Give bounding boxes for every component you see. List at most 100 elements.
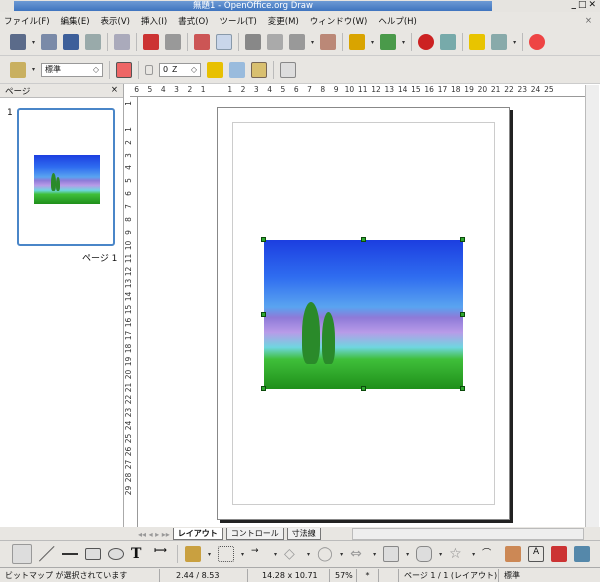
print-icon[interactable] <box>165 34 182 50</box>
3d-objects-icon[interactable] <box>574 546 591 562</box>
ruler-tick-label: 6 <box>293 85 299 94</box>
ruler-tick-label: 1 <box>227 85 233 94</box>
line-color-icon[interactable] <box>207 61 224 78</box>
stars-icon[interactable]: ☆ <box>449 546 465 562</box>
lines-arrows-icon[interactable]: → <box>251 546 267 562</box>
horizontal-ruler[interactable]: 6 5 4 3 2 1 1 2 3 4 5 6 7 8 9 10 11 12 13 14 15 16 17 18 19 20 21 2… <box>130 85 585 97</box>
select-icon[interactable] <box>12 544 32 564</box>
flowchart-icon[interactable] <box>383 546 400 562</box>
style-select[interactable]: 標準 <box>41 62 104 77</box>
status-size: 14.28 x 10.71 <box>248 568 330 582</box>
close-document-button[interactable]: × <box>585 16 592 26</box>
callouts-icon[interactable] <box>416 546 433 562</box>
symbol-shapes-icon[interactable]: ◯ <box>317 546 333 562</box>
export-pdf-icon[interactable] <box>143 34 160 50</box>
curve-icon[interactable] <box>185 546 201 562</box>
status-modified: * <box>357 568 379 582</box>
autospellcheck-icon[interactable] <box>216 34 233 50</box>
menu-insert[interactable]: 挿入(I) <box>141 15 167 27</box>
fontwork-icon[interactable]: A <box>528 546 545 562</box>
help-icon[interactable] <box>529 34 546 50</box>
selection-handle[interactable] <box>361 386 366 391</box>
menu-modify[interactable]: 変更(M) <box>268 15 299 27</box>
spellcheck-icon[interactable] <box>194 34 211 50</box>
menu-window[interactable]: ウィンドウ(W) <box>310 15 368 27</box>
selection-handle[interactable] <box>460 312 465 317</box>
ruler-tick-label: 1 <box>124 101 134 106</box>
area-fill-icon[interactable] <box>229 61 246 78</box>
menu-edit[interactable]: 編集(E) <box>61 15 90 27</box>
navigator-icon[interactable] <box>440 34 457 50</box>
redo-icon[interactable] <box>380 34 397 50</box>
thumb-image <box>34 155 100 204</box>
clone-format-icon[interactable] <box>320 34 337 50</box>
vertical-scrollbar[interactable] <box>585 85 599 527</box>
save-icon[interactable] <box>63 34 80 50</box>
line-tool-icon[interactable] <box>39 546 55 562</box>
from-file-icon[interactable] <box>551 546 568 562</box>
page-thumbnail[interactable] <box>17 108 115 246</box>
ruler-tick-label: 20 <box>124 369 134 379</box>
menu-view[interactable]: 表示(V) <box>101 15 130 27</box>
new-icon[interactable] <box>10 34 26 50</box>
gluepoint-icon[interactable] <box>469 34 486 50</box>
ruler-tick-label: 6 <box>124 191 134 197</box>
block-arrows-icon[interactable]: ⇔ <box>350 546 366 562</box>
ruler-tick-label: 25 <box>124 433 134 444</box>
ruler-tick-label: 15 <box>124 304 134 315</box>
points-icon[interactable]: ⌒ <box>482 546 498 562</box>
undo-icon[interactable] <box>349 34 366 50</box>
ruler-tick-label: 14 <box>397 85 408 94</box>
chart-icon[interactable] <box>418 34 435 50</box>
ellipse-icon[interactable] <box>108 548 124 560</box>
selection-handle[interactable] <box>460 386 465 391</box>
gluepoints-icon[interactable] <box>505 546 522 562</box>
ruler-tick-label: 19 <box>464 85 474 94</box>
title-bar: 無題1 - OpenOffice.org Draw _□✕ <box>0 0 600 12</box>
rectangle-icon[interactable] <box>85 548 101 560</box>
copy-icon[interactable] <box>267 34 284 50</box>
menu-file[interactable]: ファイル(F) <box>4 15 50 27</box>
tab-layout[interactable]: レイアウト <box>172 528 223 540</box>
vertical-ruler[interactable]: 1 1 2 3 4 5 6 7 8 9 10 11 12 13 14 15 16 17 18 19 20 21 22 23 24… <box>124 97 138 527</box>
selection-handle[interactable] <box>460 237 465 242</box>
tab-controls[interactable]: コントロール <box>225 528 284 540</box>
line-fill-toolbar: ▾ 標準 0 Ｚ <box>0 56 600 84</box>
selection-handle[interactable] <box>261 312 266 317</box>
ruler-tick-label: 12 <box>124 266 134 276</box>
email-icon[interactable] <box>85 34 102 50</box>
ruler-tick-label: 17 <box>124 330 134 341</box>
menu-tools[interactable]: ツール(T) <box>219 15 256 27</box>
tab-dimension-lines[interactable]: 寸法線 <box>286 528 321 540</box>
cut-icon[interactable] <box>245 34 262 50</box>
crop-icon[interactable] <box>280 61 297 78</box>
menu-format[interactable]: 書式(O) <box>178 15 208 27</box>
pages-panel-close[interactable]: × <box>111 85 118 96</box>
bitmap-image[interactable] <box>264 240 463 389</box>
window-controls[interactable]: _□✕ <box>571 0 598 10</box>
fit-text-icon[interactable]: ⟼ <box>154 546 170 562</box>
horizontal-scrollbar[interactable] <box>352 528 584 540</box>
basic-shapes-icon[interactable]: ◇ <box>284 546 300 562</box>
paste-icon[interactable] <box>289 34 306 50</box>
ruler-tick-label: 16 <box>124 317 134 328</box>
ruler-tick-label <box>124 110 137 123</box>
status-zoom[interactable]: 57% <box>330 568 357 582</box>
selection-handle[interactable] <box>261 237 266 242</box>
ruler-tick-label: 22 <box>124 395 134 405</box>
edit-file-icon[interactable] <box>114 34 131 50</box>
menu-help[interactable]: ヘルプ(H) <box>378 15 417 27</box>
selection-handle[interactable] <box>361 237 366 242</box>
open-icon[interactable] <box>41 34 58 50</box>
selection-handle[interactable] <box>261 386 266 391</box>
arrow-line-icon[interactable] <box>62 546 78 562</box>
styles-icon[interactable] <box>10 61 26 78</box>
connector-icon[interactable] <box>218 546 235 562</box>
line-icon[interactable] <box>116 61 133 78</box>
ruler-tick-label: 16 <box>424 85 434 94</box>
line-width-input[interactable]: 0 Ｚ <box>159 62 202 77</box>
menu-bar: ファイル(F) 編集(E) 表示(V) 挿入(I) 書式(O) ツール(T) 変… <box>0 13 600 29</box>
shadow-icon[interactable] <box>251 61 268 78</box>
zoom-icon[interactable] <box>491 34 508 50</box>
text-icon[interactable]: T <box>131 546 147 562</box>
